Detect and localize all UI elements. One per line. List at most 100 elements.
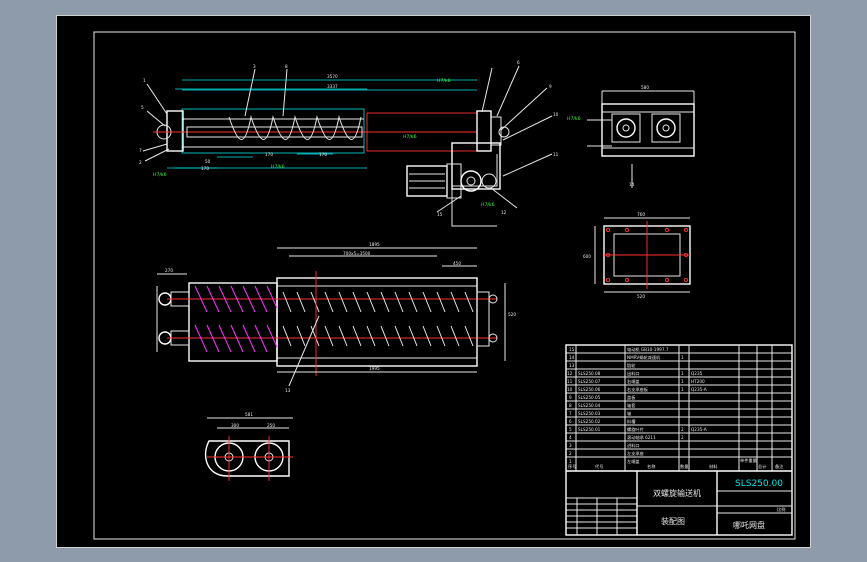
part-no: 12 [567,371,573,376]
part-code: SLS250.05 [578,395,601,400]
balloon-12: 12 [501,210,507,215]
part-name: 轴 [627,410,631,417]
dim-end-right: 250 [267,423,275,428]
part-code: SLS250.02 [578,419,601,424]
part-material: Q235-A [691,427,707,432]
part-no: 11 [567,379,573,384]
part-name: 轴套 [627,402,636,409]
header-remarks: 备注 [775,463,784,470]
part-material: HT200 [691,379,705,384]
balloon-8: 8 [285,64,288,69]
right-end-cover [476,110,492,152]
dim-flange-left: 600 [583,254,591,259]
part-name: 左端盖 [627,458,640,465]
part-no: 3 [569,443,572,448]
header-material: 材料 [709,463,718,470]
part-name: 出料口 [627,370,640,377]
fit-note-4: H7/k6 [403,134,417,140]
dim-plan-overall: 1895 [369,242,380,247]
header-total: 总计 [758,463,766,470]
fit-note-5: H7/k6 [481,202,495,208]
fit-note-6: H7/k6 [567,116,581,122]
balloon-11: 11 [553,152,559,157]
left-bearing-housing [166,110,184,152]
plan-trough [276,277,478,367]
dim-left-a: 50 [205,159,211,164]
part-no: 10 [567,387,573,392]
plan-flights-bottom [282,325,474,347]
company-name: 哪吒网盘 [733,520,765,530]
cad-viewer[interactable]: 3570 3337 50 170 170 170 1 5 7 2 3 8 6 9… [0,0,867,562]
dim-front-inner: 3337 [327,84,338,89]
part-name: 电动机 GB10-1997.7 [627,346,669,353]
dim-flange-top: 760 [637,212,645,217]
end-section-view [204,417,293,481]
balloon-3: 3 [253,64,256,69]
part-name: 链轮 [627,362,636,369]
balloon-9: 9 [549,84,552,89]
scale-label: 比例 [777,506,785,513]
part-material: Q235-A [691,387,707,392]
balloon-13: 13 [285,388,291,393]
dim-front-overall: 3570 [327,74,338,79]
side-view [587,90,695,188]
header-qty: 数量 [680,463,688,470]
part-name: 螺旋叶片 [627,426,644,433]
fit-note-1: H7/k6 [153,172,167,178]
part-code: SLS250.04 [578,403,601,408]
plan-flights-bottom-inlet [194,324,278,353]
part-qty: 1 [681,355,684,360]
plan-inlet-section [188,282,278,362]
drawing-number: SLS250.00 [735,479,783,489]
part-qty: 1 [681,379,684,384]
balloon-2: 2 [139,160,142,165]
balloon-5: 5 [141,105,144,110]
drawing-type: 装配图 [661,516,685,526]
balloon-10: 10 [553,112,559,117]
gearbox-frame [451,142,501,190]
part-code: SLS250.06 [578,387,601,392]
part-no: 6 [569,419,572,424]
part-no: 4 [569,435,572,440]
part-code: SLS250.01 [578,427,601,432]
fit-note-3: H7/k6 [437,78,451,84]
front-view [142,65,553,227]
dim-mid-b: 170 [319,152,327,157]
part-name: 左支承座 [627,450,644,457]
balloon-1: 1 [143,78,146,83]
part-name: 料槽 [627,418,636,425]
reducer [460,170,482,192]
part-no: 13 [569,363,575,368]
header-code: 代号 [595,463,603,470]
part-name: NMRV蜗轮减速机 [627,354,661,361]
balloon-7: 7 [139,148,142,153]
dim-plan-left: 270 [165,268,173,273]
part-code: SLS250.03 [578,411,601,416]
header-no: 序号 [568,463,576,470]
part-no: 5 [569,427,572,432]
dim-plan-inner: 700x5=3500 [343,251,371,256]
header-unit-weight: 单件重量 [740,457,757,464]
part-name: 进料口 [627,442,640,449]
dim-plan-right: 450 [453,261,461,266]
drawing-canvas: 3570 3337 50 170 170 170 1 5 7 2 3 8 6 9… [93,31,796,540]
balloon-15: 15 [437,212,443,217]
part-no: 15 [569,347,575,352]
double-trough-section [204,440,290,477]
part-name: 滚动轴承 6211 [627,434,656,441]
product-name: 双螺旋输送机 [653,488,701,498]
screw-flights [228,115,362,140]
parts-header-row: 序号 代号 名称 数量 材料 单件重量 总计 备注 [568,457,784,470]
part-code: SLS250.08 [578,371,601,376]
dim-plan-height: 520 [508,312,516,317]
part-no: 8 [569,403,572,408]
dim-end-width: 581 [245,412,253,417]
plan-flights-top [282,291,474,313]
part-name: 右支承座板 [627,386,649,393]
balloon-6: 6 [517,60,520,65]
part-name: 盖板 [627,394,636,401]
fit-note-2: H7/k6 [271,164,285,170]
part-no: 14 [569,355,575,360]
part-name: 右端盖 [627,378,640,385]
dim-mid-a: 170 [265,152,273,157]
